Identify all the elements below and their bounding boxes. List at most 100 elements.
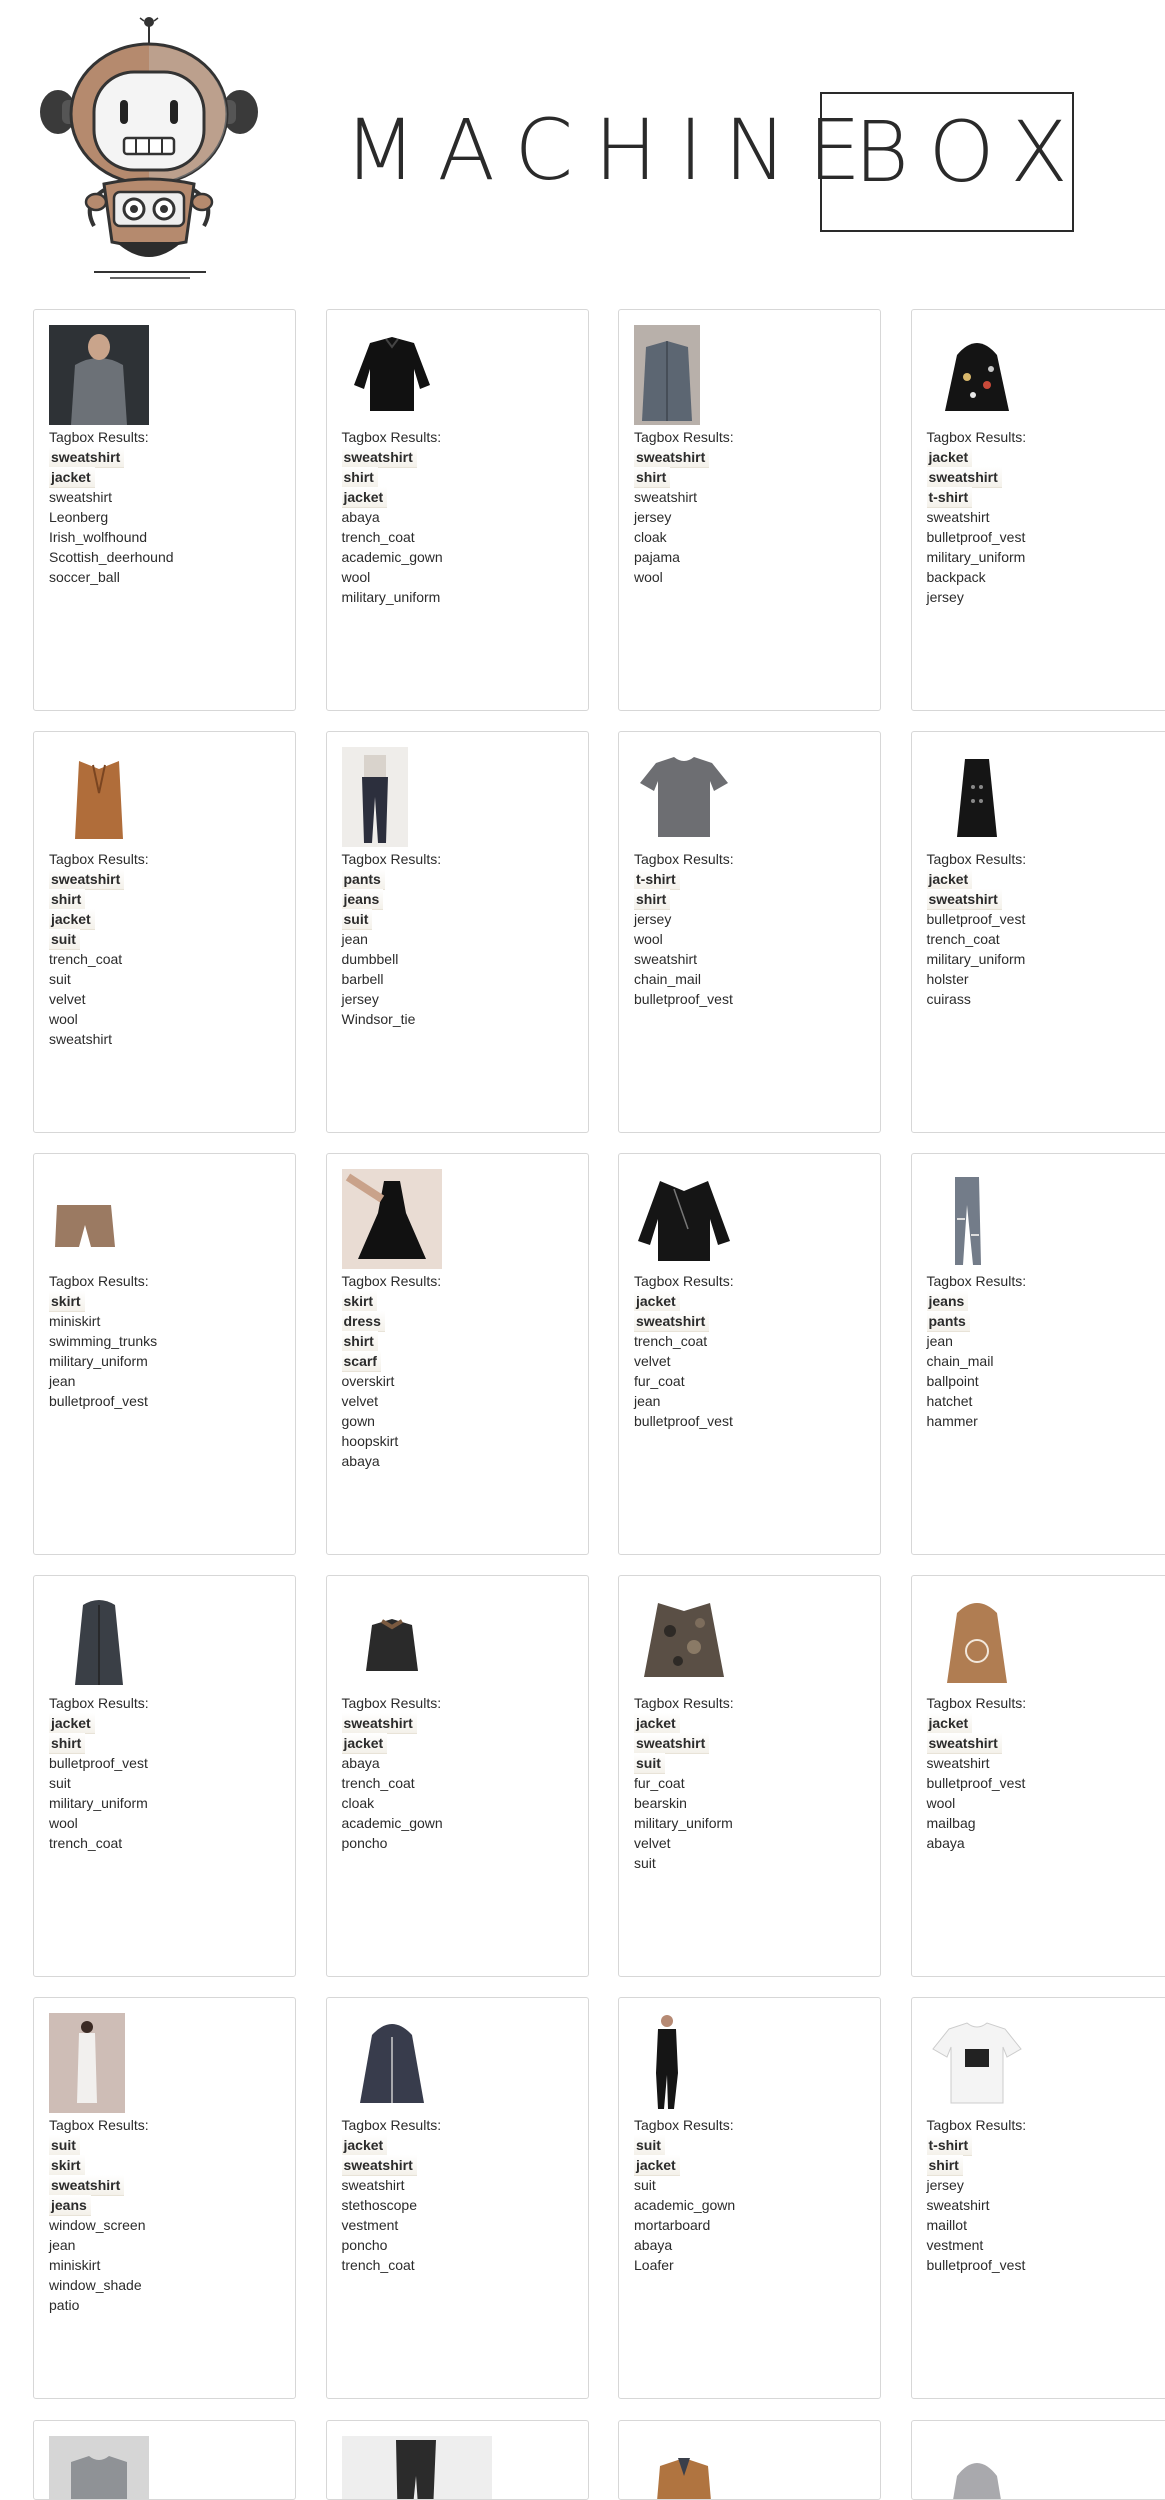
matched-tag: sweatshirt: [634, 1311, 709, 1331]
product-thumbnail[interactable]: [927, 2436, 1158, 2500]
suggested-tag: sweatshirt: [342, 2175, 573, 2195]
matched-tag: jacket: [49, 467, 95, 487]
product-thumbnail[interactable]: [927, 747, 1158, 847]
tan-shorts-image: [49, 1169, 149, 1269]
suggested-tag: military_uniform: [342, 587, 573, 607]
suggested-tag: miniskirt: [49, 2255, 280, 2275]
camo-jacket-image: [634, 1591, 734, 1691]
robot-mascot-logo: [36, 14, 262, 284]
bomber-jacket-image: [342, 1591, 442, 1691]
suggested-tag: sweatshirt: [927, 2195, 1158, 2215]
product-thumbnail[interactable]: [49, 2013, 280, 2113]
matched-tag: shirt: [342, 1331, 378, 1351]
matched-tag: sweatshirt: [49, 447, 124, 467]
suggested-tag: wool: [342, 567, 573, 587]
suggested-tag: vestment: [342, 2215, 573, 2235]
suggested-tag: stethoscope: [342, 2195, 573, 2215]
gray-graphic-tee-image: [49, 2436, 149, 2500]
matched-tag: jacket: [927, 447, 973, 467]
matched-tag: t-shirt: [927, 487, 973, 507]
suggested-tag: fur_coat: [634, 1371, 865, 1391]
suggested-tag: trench_coat: [342, 2255, 573, 2275]
product-thumbnail[interactable]: [342, 2436, 573, 2500]
product-thumbnail[interactable]: [49, 325, 280, 425]
matched-tag: skirt: [342, 1291, 378, 1311]
suggested-tag: vestment: [927, 2235, 1158, 2255]
tagbox-results-label: Tagbox Results:: [49, 1693, 280, 1713]
result-card: Tagbox Results:sweatshirtjacketsweatshir…: [33, 309, 296, 711]
matched-tag: jacket: [342, 487, 388, 507]
result-card: Tagbox Results:jacketsweatshirttrench_co…: [618, 1153, 881, 1555]
matched-tag: pants: [927, 1311, 970, 1331]
product-thumbnail[interactable]: [342, 325, 573, 425]
result-card: Tagbox Results:t-shirtshirtjerseywoolswe…: [618, 731, 881, 1133]
product-thumbnail[interactable]: [927, 1591, 1158, 1691]
suggested-tag: trench_coat: [342, 1773, 573, 1793]
suggested-tag: poncho: [342, 1833, 573, 1853]
product-thumbnail[interactable]: [342, 747, 573, 847]
product-thumbnail[interactable]: [927, 2013, 1158, 2113]
matched-tag: jacket: [342, 2135, 388, 2155]
matched-tag: jacket: [927, 1713, 973, 1733]
suggested-tag: pajama: [634, 547, 865, 567]
product-thumbnail[interactable]: [342, 2013, 573, 2113]
product-thumbnail[interactable]: [49, 2436, 280, 2500]
leather-jacket-image: [634, 1169, 734, 1269]
white-tshirt-print-image: [927, 2013, 1027, 2113]
product-thumbnail[interactable]: [49, 747, 280, 847]
product-thumbnail[interactable]: [342, 1591, 573, 1691]
black-coat-image: [927, 747, 1027, 847]
result-card: Tagbox Results:jacketsweatshirtsweatshir…: [326, 1997, 589, 2399]
suggested-tag: bulletproof_vest: [49, 1391, 280, 1411]
result-card: Tagbox Results:skirtminiskirtswimming_tr…: [33, 1153, 296, 1555]
product-thumbnail[interactable]: [634, 747, 865, 847]
suggested-tag: trench_coat: [927, 929, 1158, 949]
suggested-tag: abaya: [342, 507, 573, 527]
suggested-tag: Windsor_tie: [342, 1009, 573, 1029]
product-thumbnail[interactable]: [634, 1591, 865, 1691]
product-thumbnail[interactable]: [634, 325, 865, 425]
suggested-tag: suit: [49, 969, 280, 989]
product-thumbnail[interactable]: [927, 1169, 1158, 1269]
suggested-tag: velvet: [342, 1391, 573, 1411]
product-thumbnail[interactable]: [927, 325, 1158, 425]
matched-tag: sweatshirt: [634, 447, 709, 467]
gray-tshirt-image: [634, 747, 734, 847]
matched-tag: scarf: [342, 1351, 381, 1371]
black-dress-flatlay-image: [342, 1169, 442, 1269]
matched-tag: skirt: [49, 1291, 85, 1311]
matched-tag: suit: [49, 2135, 80, 2155]
suggested-tag: jersey: [634, 507, 865, 527]
tagbox-results-label: Tagbox Results:: [927, 849, 1158, 869]
matched-tag: jeans: [342, 889, 384, 909]
result-card: Tagbox Results:jacketsweatshirtsuitfur_c…: [618, 1575, 881, 1977]
suggested-tag: bulletproof_vest: [927, 2255, 1158, 2275]
black-jacket-image: [342, 325, 442, 425]
suggested-tag: Leonberg: [49, 507, 280, 527]
suggested-tag: cloak: [634, 527, 865, 547]
suggested-tag: jean: [342, 929, 573, 949]
matched-tag: jacket: [49, 1713, 95, 1733]
matched-tag: shirt: [927, 2155, 963, 2175]
tagbox-results-label: Tagbox Results:: [634, 1271, 865, 1291]
product-thumbnail[interactable]: [634, 2436, 865, 2500]
suggested-tag: gown: [342, 1411, 573, 1431]
product-thumbnail[interactable]: [49, 1591, 280, 1691]
suggested-tag: barbell: [342, 969, 573, 989]
matched-tag: sweatshirt: [927, 1733, 1002, 1753]
suggested-tag: trench_coat: [49, 1833, 280, 1853]
site-header: MACHINE BOX: [0, 0, 1165, 290]
product-thumbnail[interactable]: [634, 2013, 865, 2113]
navy-hoodie-image: [342, 2013, 442, 2113]
suggested-tag: abaya: [342, 1451, 573, 1471]
suggested-tag: maillot: [927, 2215, 1158, 2235]
product-thumbnail[interactable]: [49, 1169, 280, 1269]
suggested-tag: academic_gown: [342, 547, 573, 567]
suggested-tag: bulletproof_vest: [49, 1753, 280, 1773]
product-thumbnail[interactable]: [342, 1169, 573, 1269]
gray-shirt-hanger-image: [634, 325, 700, 425]
suggested-tag: trench_coat: [49, 949, 280, 969]
tagbox-results-label: Tagbox Results:: [927, 427, 1158, 447]
product-thumbnail[interactable]: [634, 1169, 865, 1269]
matched-tag: jacket: [634, 1713, 680, 1733]
